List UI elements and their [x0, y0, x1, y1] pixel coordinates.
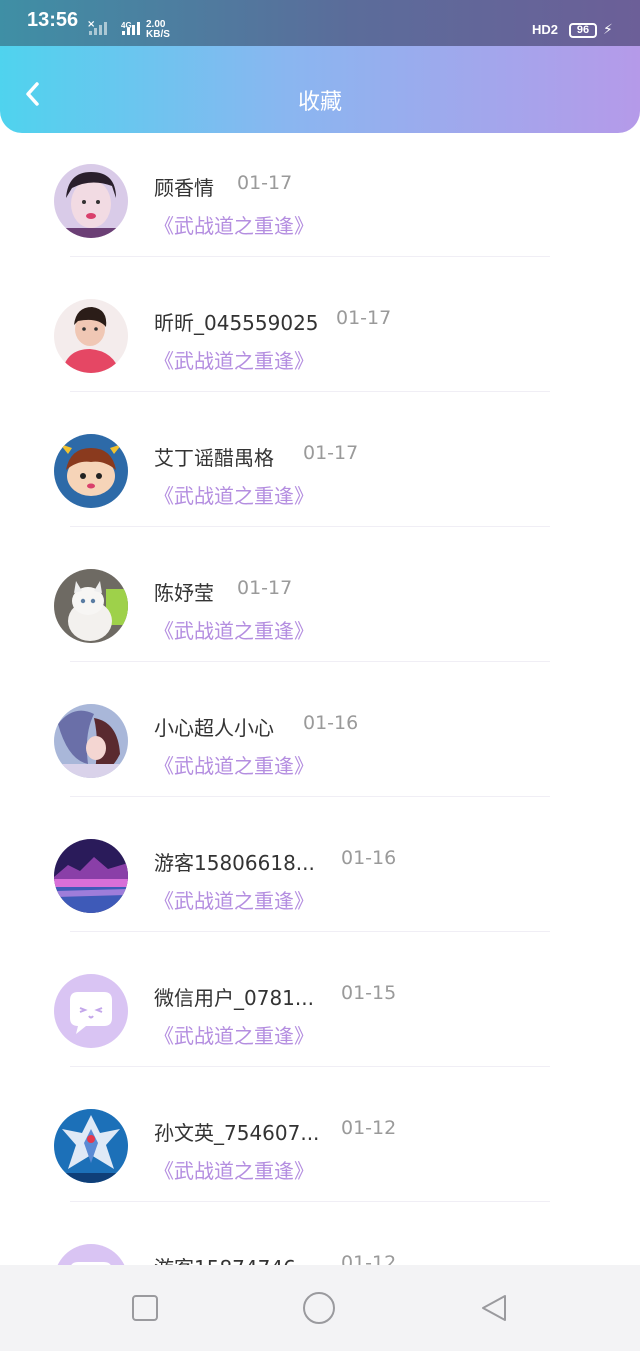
default-avatar-icon [54, 974, 128, 1048]
avatar [54, 299, 128, 373]
recent-apps-icon[interactable] [131, 1294, 159, 1322]
home-icon[interactable] [302, 1291, 336, 1325]
avatar [54, 569, 128, 643]
avatar [54, 974, 128, 1048]
user-name: 陈妤莹 [154, 581, 214, 605]
default-avatar-icon [54, 1244, 128, 1265]
list-item[interactable]: 微信用户_0781... 01-15 《武战道之重逢》 [0, 960, 640, 1095]
avatar [54, 434, 128, 508]
avatar [54, 1109, 128, 1183]
book-title[interactable]: 《武战道之重逢》 [154, 345, 314, 374]
divider [70, 391, 550, 392]
date: 01-12 [341, 1252, 397, 1265]
back-triangle-icon[interactable] [479, 1293, 509, 1323]
user-name: 昕昕_045559025 [154, 311, 319, 335]
avatar [54, 704, 128, 778]
book-title[interactable]: 《武战道之重逢》 [154, 885, 314, 914]
book-title[interactable]: 《武战道之重逢》 [154, 1155, 314, 1184]
avatar [54, 164, 128, 238]
list-item[interactable]: 艾丁谣醋禺格 01-17 《武战道之重逢》 [0, 420, 640, 555]
date: 01-17 [237, 577, 293, 599]
user-name: 艾丁谣醋禺格 [154, 446, 274, 470]
divider [70, 661, 550, 662]
list-item[interactable]: 顾香情 01-17 《武战道之重逢》 [0, 150, 640, 285]
user-name: 游客15806618... [154, 851, 315, 875]
list-item[interactable]: 游客15806618... 01-16 《武战道之重逢》 [0, 825, 640, 960]
system-nav-bar [0, 1265, 640, 1351]
speed-unit: KB/S [146, 29, 170, 40]
user-name: 微信用户_0781... [154, 986, 314, 1010]
divider [70, 1066, 550, 1067]
book-title[interactable]: 《武战道之重逢》 [154, 615, 314, 644]
user-name: 小心超人小心 [154, 716, 274, 740]
book-title[interactable]: 《武战道之重逢》 [154, 750, 314, 779]
avatar [54, 839, 128, 913]
date: 01-12 [341, 1117, 397, 1139]
book-title[interactable]: 《武战道之重逢》 [154, 1020, 314, 1049]
date: 01-16 [303, 712, 359, 734]
date: 01-17 [303, 442, 359, 464]
hd-voice-icon: HD2 [532, 22, 559, 37]
page-title: 收藏 [297, 90, 342, 115]
list-item[interactable]: 陈妤莹 01-17 《武战道之重逢》 [0, 555, 640, 690]
divider [70, 526, 550, 527]
favorites-list: 顾香情 01-17 《武战道之重逢》 昕昕_045559025 01-17 《武… [0, 150, 640, 1265]
battery-icon: 96 [569, 23, 597, 38]
date: 01-17 [336, 307, 392, 329]
charging-icon: ⚡ [603, 22, 613, 38]
book-title[interactable]: 《武战道之重逢》 [154, 210, 314, 239]
list-item[interactable]: 孙文英_754607... 01-12 《武战道之重逢》 [0, 1095, 640, 1230]
date: 01-15 [341, 982, 397, 1004]
list-item[interactable]: 小心超人小心 01-16 《武战道之重逢》 [0, 690, 640, 825]
list-item[interactable]: 游客15874746... 01-12 [0, 1230, 640, 1265]
status-bar: 13:56 × 4G 2.00 KB/S HD2 96 ⚡ [0, 0, 640, 46]
no-signal-x-icon: × [87, 19, 96, 30]
divider [70, 256, 550, 257]
date: 01-17 [237, 172, 293, 194]
app-header: 13:56 × 4G 2.00 KB/S HD2 96 ⚡ 收藏 [0, 0, 640, 133]
divider [70, 931, 550, 932]
network-speed: 2.00 KB/S [146, 20, 170, 40]
divider [70, 796, 550, 797]
user-name: 游客15874746... [154, 1252, 315, 1265]
date: 01-16 [341, 847, 397, 869]
avatar [54, 1244, 128, 1265]
user-name: 孙文英_754607... [154, 1121, 320, 1145]
status-time: 13:56 [27, 9, 79, 31]
book-title[interactable]: 《武战道之重逢》 [154, 480, 314, 509]
list-item[interactable]: 昕昕_045559025 01-17 《武战道之重逢》 [0, 285, 640, 420]
network-type: 4G [121, 21, 132, 30]
divider [70, 1201, 550, 1202]
user-name: 顾香情 [154, 176, 214, 200]
